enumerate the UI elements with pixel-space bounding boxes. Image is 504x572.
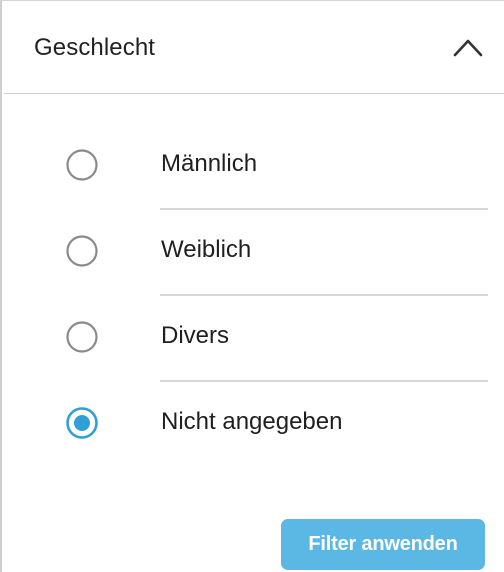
option-label: Nicht angegeben (161, 408, 343, 435)
gender-filter-panel: Geschlecht Männlich Weiblich Divers Nich… (0, 0, 504, 572)
option-label: Weiblich (161, 236, 252, 263)
option-divers[interactable]: Divers (4, 296, 504, 382)
filter-header[interactable]: Geschlecht (4, 1, 504, 94)
apply-filter-button[interactable]: Filter anwenden (281, 519, 485, 570)
option-weiblich[interactable]: Weiblich (4, 210, 504, 296)
radio-unselected-icon[interactable] (65, 320, 99, 354)
option-nicht-angegeben[interactable]: Nicht angegeben (4, 382, 504, 468)
chevron-up-icon[interactable] (452, 35, 484, 59)
filter-title: Geschlecht (34, 34, 156, 61)
radio-unselected-icon[interactable] (65, 148, 99, 182)
option-maennlich[interactable]: Männlich (4, 124, 504, 210)
option-label: Männlich (161, 150, 258, 177)
radio-selected-icon[interactable] (65, 406, 99, 440)
option-label: Divers (161, 322, 230, 349)
radio-unselected-icon[interactable] (65, 234, 99, 268)
